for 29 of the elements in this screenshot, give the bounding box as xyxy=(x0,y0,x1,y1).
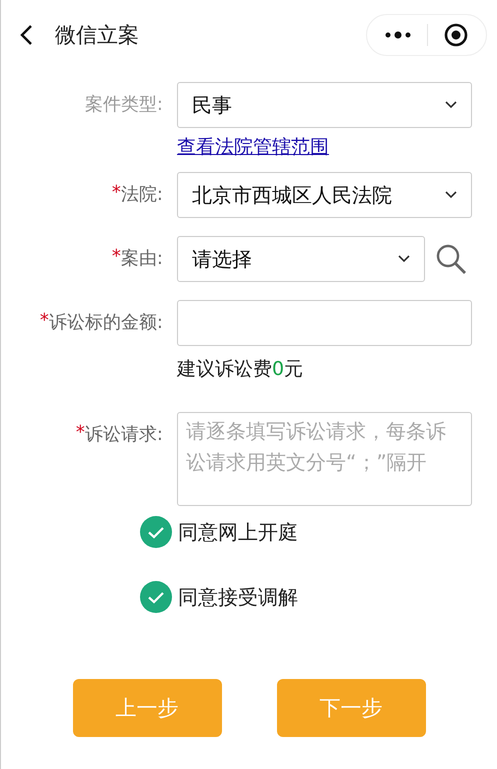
court-scope-link[interactable]: 查看法院管辖范围 xyxy=(177,134,329,160)
fee-unit: 元 xyxy=(284,358,304,380)
required-mark: * xyxy=(76,422,85,445)
claims-text-field[interactable]: 请逐条填写诉讼请求，每条诉讼请求用英文分号“；”隔开 xyxy=(177,412,472,506)
checkbox-label: 同意网上开庭 xyxy=(178,518,298,546)
required-mark: * xyxy=(112,246,121,269)
amount-input-field[interactable] xyxy=(177,300,472,346)
field-label: 案由: xyxy=(120,247,163,270)
required-mark: * xyxy=(40,310,49,333)
select-field[interactable]: 请选择 xyxy=(177,236,425,282)
field-label: 诉讼标的金额: xyxy=(48,311,163,334)
select-field[interactable]: 北京市西城区人民法院 xyxy=(177,172,472,218)
checkbox-label: 同意接受调解 xyxy=(178,584,298,610)
fee-amount: 0 xyxy=(272,358,284,380)
field-label: 法院: xyxy=(120,183,163,206)
chevron-down-icon xyxy=(445,191,457,199)
back-icon[interactable] xyxy=(19,24,33,46)
select-field[interactable]: 民事 xyxy=(177,82,472,128)
field-label: 案件类型: xyxy=(84,93,163,116)
field-label: 诉讼请求: xyxy=(84,423,163,446)
fee-label: 建议诉讼费 xyxy=(177,358,272,380)
page-title: 微信立案 xyxy=(55,22,140,49)
more-icon[interactable] xyxy=(385,31,411,39)
chevron-down-icon xyxy=(445,101,457,109)
checkbox[interactable] xyxy=(140,581,172,613)
required-mark: * xyxy=(112,182,121,205)
chevron-down-icon xyxy=(398,255,410,263)
search-icon[interactable] xyxy=(435,243,467,275)
checkbox[interactable] xyxy=(140,516,172,548)
